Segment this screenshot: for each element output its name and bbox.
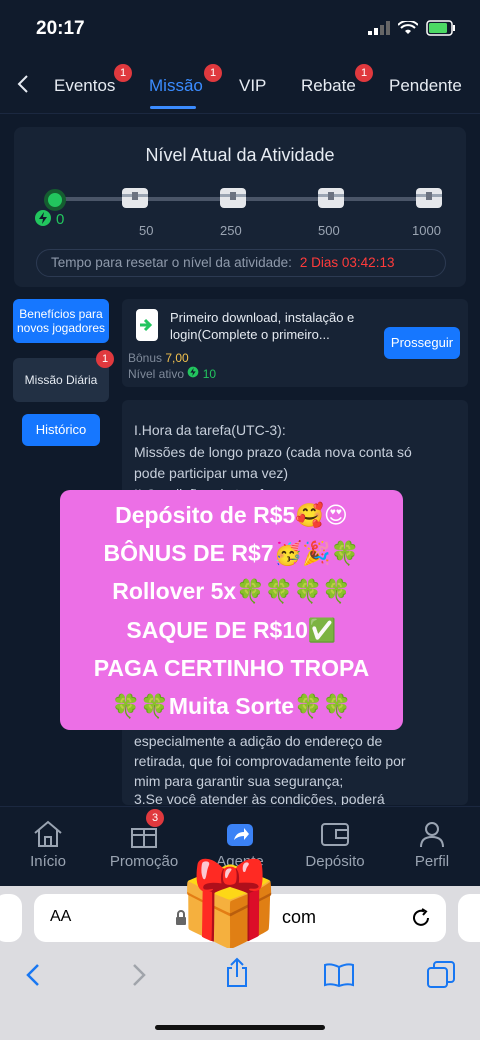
milestone-label: 50 [139, 223, 154, 238]
user-icon [420, 822, 444, 848]
reset-countdown: 2 Dias 03:42:13 [299, 255, 395, 270]
task-title: Primeiro download, instalação e login(Co… [170, 310, 355, 342]
activity-label: Nível ativo [128, 367, 185, 381]
share-icon [227, 824, 253, 846]
sidebar-benefits-button[interactable]: Benefícios para novos jogadores [13, 299, 109, 343]
nav-label: Depósito [305, 853, 365, 870]
promo-line: SAQUE DE R$10✅ [126, 617, 337, 643]
nav-promocao[interactable]: Promoção [99, 819, 189, 870]
gift-sticker: 🎁 [178, 859, 281, 950]
back-arrow-icon[interactable] [12, 72, 36, 96]
rules-line: I.Hora da tarefa(UTC-3): [134, 422, 286, 438]
promo-line: PAGA CERTINHO TROPA [93, 655, 370, 681]
previous-tab-edge[interactable] [0, 894, 22, 942]
reset-timer: Tempo para resetar o nível da atividade:… [36, 249, 446, 277]
task-bonus: Bônus 7,00 [128, 351, 189, 365]
sidebar-daily-mission-button[interactable]: Missão Diária [13, 358, 109, 402]
rules-line: Missões de longo prazo (cada nova conta … [134, 444, 412, 460]
nav-perfil[interactable]: Perfil [387, 819, 477, 870]
promo-line: 🍀🍀Muita Sorte🍀🍀 [111, 693, 352, 719]
tab-vip[interactable]: VIP [239, 76, 266, 96]
milestone-label: 250 [220, 223, 242, 238]
activity-level-panel: Nível Atual da Atividade 0 50 250 500 10… [14, 127, 466, 287]
bonus-value: 7,00 [165, 351, 189, 365]
rules-line: especialmente a adição do endereço de [134, 733, 383, 749]
battery-icon [426, 20, 455, 36]
rules-line: 3.Se você atender às condições, poderá [134, 791, 385, 805]
active-tab-indicator [150, 106, 196, 109]
phone-download-icon [136, 309, 158, 341]
nav-label: Promoção [109, 853, 179, 870]
bookmarks-icon[interactable] [323, 962, 355, 988]
tab-missao[interactable]: Missão [149, 76, 203, 96]
chest-icon[interactable] [120, 182, 150, 210]
activity-value: 10 [202, 367, 217, 381]
nav-tabs: Eventos 1 Missão 1 VIP Rebate 1 Pendente [0, 56, 480, 114]
promo-line: BÔNUS DE R$7🥳🎉🍀 [103, 540, 360, 566]
proceed-button[interactable]: Prosseguir [384, 327, 460, 359]
signal-icon [368, 21, 390, 35]
forward-icon[interactable] [128, 962, 148, 988]
home-indicator [155, 1025, 325, 1030]
promocao-badge: 3 [146, 809, 164, 827]
home-icon [34, 820, 62, 847]
task-activity: Nível ativo 10 [128, 366, 216, 381]
nav-label: Início [30, 853, 66, 870]
wifi-icon [398, 21, 418, 34]
download-arrow-icon [140, 318, 153, 332]
wallet-icon [321, 823, 349, 846]
next-tab-edge[interactable] [458, 894, 480, 942]
milestone-label: 500 [318, 223, 340, 238]
chest-icon[interactable] [414, 182, 444, 210]
url-text: com [282, 907, 317, 927]
share-icon[interactable] [224, 956, 250, 988]
tab-pendente[interactable]: Pendente [389, 76, 462, 96]
progress-start-dot [44, 189, 66, 211]
daily-mission-badge: 1 [96, 350, 114, 368]
task-card: Primeiro download, instalação e login(Co… [122, 299, 468, 387]
tab-rebate[interactable]: Rebate [301, 76, 356, 96]
reset-label: Tempo para resetar o nível da atividade: [51, 255, 292, 270]
level-title: Nível Atual da Atividade [145, 145, 335, 165]
promo-line: Depósito de R$5🥰😍 [115, 502, 348, 528]
tab-rebate-badge: 1 [355, 64, 373, 82]
status-bar: 20:17 [0, 0, 480, 56]
chest-icon[interactable] [218, 182, 248, 210]
tab-eventos-badge: 1 [114, 64, 132, 82]
reload-icon[interactable] [410, 907, 432, 929]
status-time: 20:17 [36, 18, 85, 39]
rules-line: retirada, que foi comprovadamente feito … [134, 753, 406, 769]
nav-deposito[interactable]: Depósito [290, 819, 380, 870]
tab-missao-badge: 1 [204, 64, 222, 82]
reader-aa-button[interactable]: AA [50, 908, 71, 926]
promo-line: Rollover 5x🍀🍀🍀🍀 [112, 578, 351, 604]
rules-line: pode participar uma vez) [134, 465, 289, 481]
tab-eventos[interactable]: Eventos [54, 76, 115, 96]
browser-toolbar [0, 948, 480, 1040]
bonus-label: Bônus [128, 351, 163, 365]
tabs-icon[interactable] [426, 960, 456, 990]
nav-label: Perfil [414, 853, 450, 870]
milestone-label: 1000 [412, 223, 441, 238]
back-icon[interactable] [24, 962, 44, 988]
status-icons [368, 20, 456, 36]
lightning-icon [35, 210, 51, 226]
history-button[interactable]: Histórico [22, 414, 100, 446]
nav-inicio[interactable]: Início [3, 819, 93, 870]
chest-icon[interactable] [316, 182, 346, 210]
lightning-icon [188, 366, 199, 378]
promo-overlay: Depósito de R$5🥰😍 BÔNUS DE R$7🥳🎉🍀 Rollov… [60, 490, 403, 730]
current-level-value: 0 [56, 211, 65, 228]
